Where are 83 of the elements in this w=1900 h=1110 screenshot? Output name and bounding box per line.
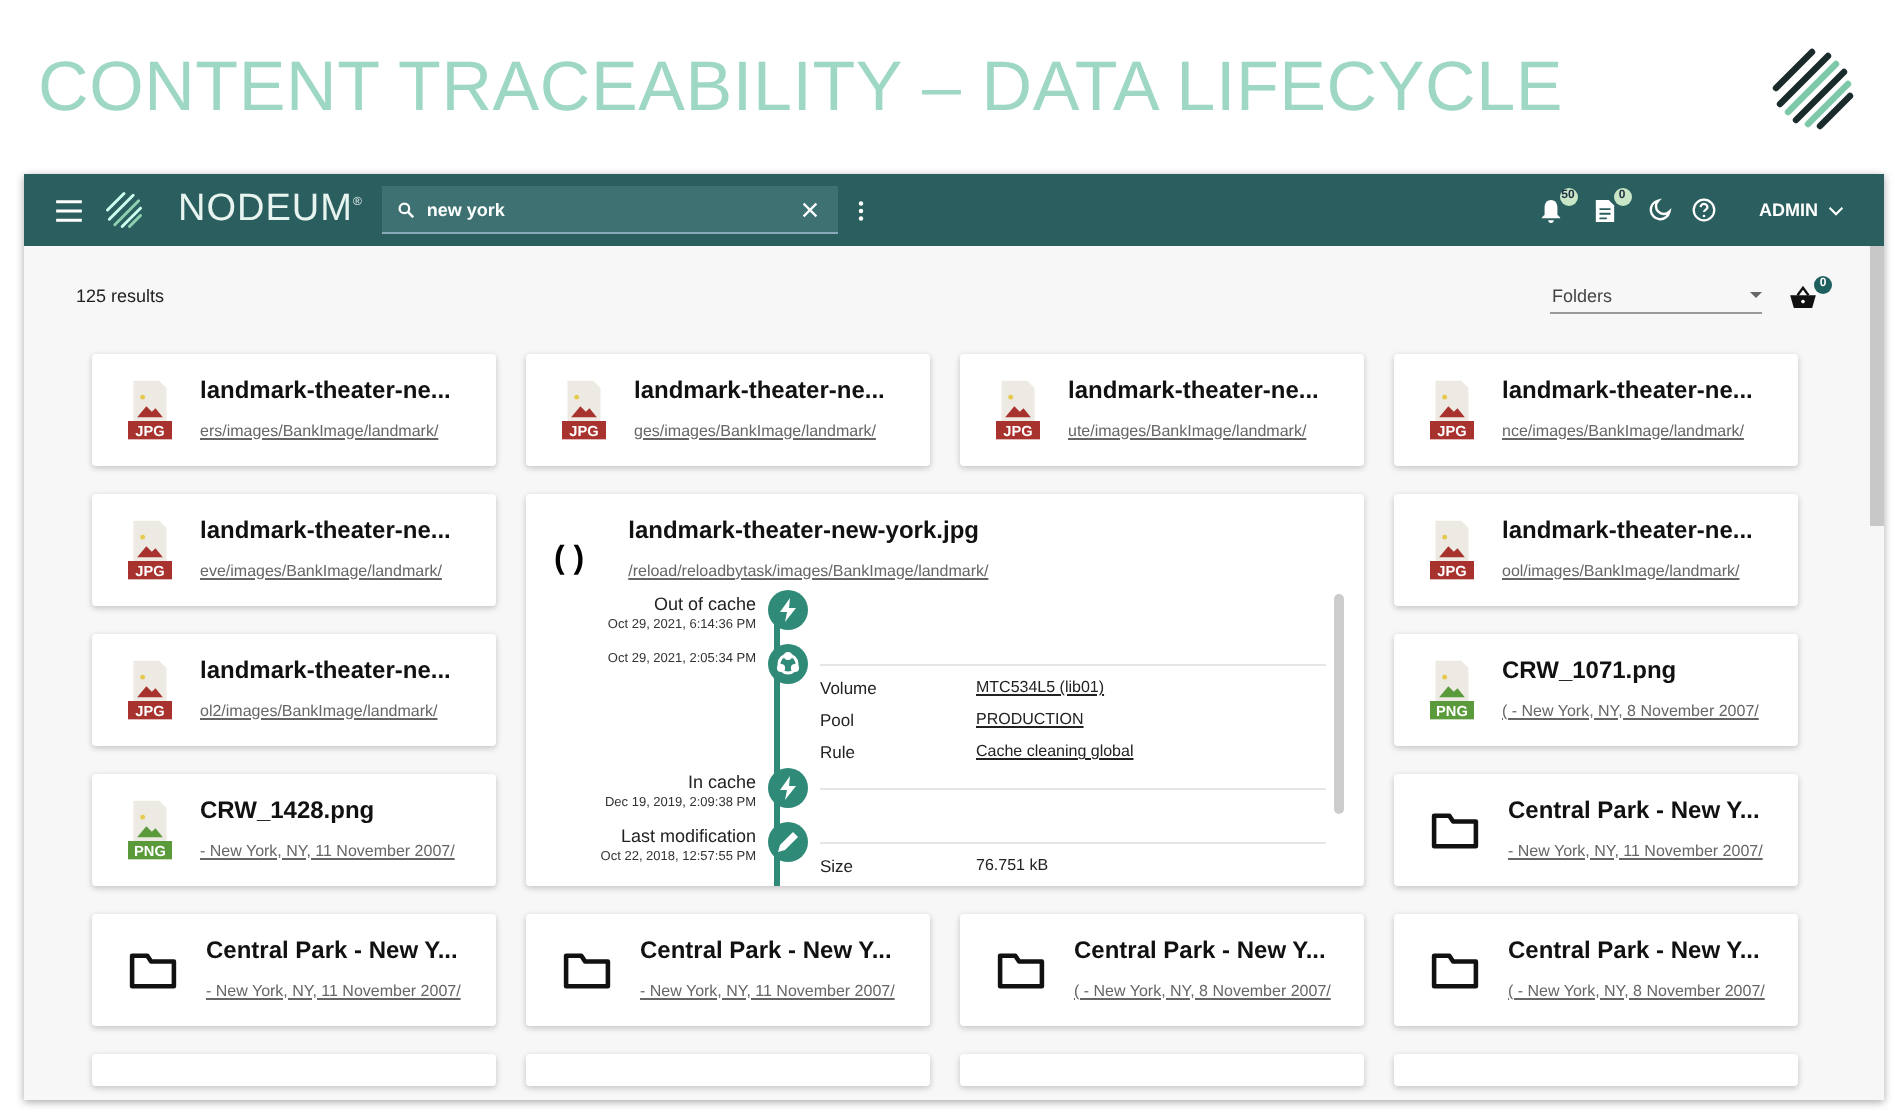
result-title: landmark-theater-ne... (200, 515, 451, 543)
result-path-link[interactable]: ool/images/BankImage/landmark/ (1502, 561, 1740, 579)
event-name: Out of cache (653, 594, 756, 614)
result-card[interactable]: PNG CRW_1428.png - New York, NY, 11 November 2007/ (92, 774, 496, 886)
result-card[interactable]: PNG CRW_1071.png ( - New York, NY, 8 November 2007/ (1394, 634, 1798, 746)
result-card[interactable]: JPG landmark-theater-ne... ute/images/BankImage/landmark/ (960, 354, 1364, 466)
slide-title: CONTENT TRACEABILITY – DATA LIFECYCLE (38, 47, 1566, 127)
property-label: Volume (820, 678, 879, 702)
caret-icon (1750, 292, 1762, 298)
result-card[interactable]: Central Park - New Y... - New York, NY, 11 November 2007/ (92, 914, 496, 1026)
result-card[interactable]: JPG landmark-theater-ne... nce/images/BankImage/landmark/ (1394, 354, 1798, 466)
result-path-link[interactable]: - New York, NY, 11 November 2007/ (200, 841, 455, 859)
result-path-link[interactable]: ute/images/BankImage/landmark/ (1068, 421, 1307, 439)
event-name: In cache (687, 772, 756, 792)
folder-icon (128, 951, 178, 989)
document-icon[interactable] (1593, 197, 1615, 223)
property-label: Pool (820, 710, 857, 734)
search-icon (398, 201, 415, 217)
result-title: landmark-theater-ne... (634, 375, 885, 403)
property-label: Rule (820, 742, 857, 766)
search-field[interactable]: new york (382, 186, 839, 234)
chevron-down-icon (1828, 205, 1844, 215)
striped-logo-icon (102, 188, 146, 232)
result-title: landmark-theater-ne... (1068, 375, 1319, 403)
close-icon[interactable] (802, 201, 819, 217)
result-card[interactable]: JPG landmark-theater-ne... eve/images/BankImage/landmark/ (92, 494, 496, 606)
result-title: CRW_1071.png (1502, 655, 1679, 683)
result-path-link[interactable]: ers/images/BankImage/landmark/ (200, 421, 439, 439)
folder-icon (1430, 951, 1480, 989)
bell-icon[interactable] (1539, 197, 1561, 223)
result-title: Central Park - New Y... (206, 935, 460, 963)
search-value: new york (426, 199, 507, 219)
result-path-link[interactable]: ( - New York, NY, 8 November 2007/ (1508, 981, 1765, 999)
result-path-link[interactable]: - New York, NY, 11 November 2007/ (1508, 841, 1763, 859)
result-card[interactable]: JPG landmark-theater-ne... ool/images/BankImage/landmark/ (1394, 494, 1798, 606)
result-title: landmark-theater-ne... (1502, 375, 1753, 403)
result-card[interactable]: Central Park - New Y... ( - New York, NY, 8 November 2007/ (960, 914, 1364, 1026)
folder-icon (562, 951, 612, 989)
result-title: Central Park - New Y... (1074, 935, 1328, 963)
folders-dropdown[interactable]: Folders (1550, 279, 1762, 313)
result-path-link[interactable]: ( - New York, NY, 8 November 2007/ (1502, 701, 1759, 719)
folder-icon (996, 951, 1046, 989)
result-card[interactable]: JPG landmark-theater-ne... ges/images/BankImage/landmark/ (526, 354, 930, 466)
result-path-link[interactable]: eve/images/BankImage/landmark/ (200, 561, 442, 579)
property-label: Size (820, 856, 856, 880)
result-path-link[interactable]: - New York, NY, 11 November 2007/ (206, 981, 461, 999)
striped-logo-icon (1768, 43, 1856, 131)
user-menu[interactable]: ADMIN (1747, 198, 1856, 222)
result-card[interactable]: JPG landmark-theater-ne... ol2/images/BankImage/landmark/ (92, 634, 496, 746)
result-title: landmark-theater-ne... (200, 375, 451, 403)
result-title: Central Park - New Y... (1508, 935, 1762, 963)
result-path-link[interactable]: ol2/images/BankImage/landmark/ (200, 701, 438, 719)
scrollbar[interactable] (1334, 594, 1344, 814)
result-path-link[interactable]: - New York, NY, 11 November 2007/ (640, 981, 895, 999)
result-title: CRW_1428.png (200, 795, 377, 823)
property-link[interactable]: Cache cleaning global (976, 742, 1326, 774)
result-title: Central Park - New Y... (1508, 795, 1762, 823)
result-title: landmark-theater-ne... (200, 655, 451, 683)
loading-marker: ( ) (554, 542, 585, 578)
result-card[interactable]: Central Park - New Y... - New York, NY, 11 November 2007/ (526, 914, 930, 1026)
help-icon[interactable] (1691, 198, 1715, 222)
menu-icon[interactable] (56, 199, 82, 221)
property-value: 76.751 kB (976, 856, 1051, 878)
file-path-link[interactable]: /reload/reloadbytask/images/BankImage/landmark/ (628, 561, 989, 579)
result-title: landmark-theater-ne... (1502, 515, 1753, 543)
basket-icon[interactable] (1790, 285, 1816, 307)
property-link[interactable]: MTC534L5 (lib01) (976, 678, 1326, 710)
file-title: landmark-theater-new-york.jpg (628, 515, 981, 543)
more-icon[interactable] (858, 199, 865, 221)
result-card[interactable]: Central Park - New Y... - New York, NY, 11 November 2007/ (1394, 774, 1798, 886)
result-card[interactable]: Central Park - New Y... ( - New York, NY, 8 November 2007/ (1394, 914, 1798, 1026)
brand-name: NODEUM$^{®}$ (178, 188, 363, 232)
result-title: Central Park - New Y... (640, 935, 894, 963)
result-card[interactable]: JPG landmark-theater-ne... ers/images/BankImage/landmark/ (92, 354, 496, 466)
moon-icon[interactable] (1647, 198, 1671, 222)
scrollbar[interactable] (1870, 246, 1884, 526)
property-link[interactable]: PRODUCTION (976, 710, 1326, 742)
results-count: 125 results (76, 286, 167, 306)
result-path-link[interactable]: ( - New York, NY, 8 November 2007/ (1074, 981, 1331, 999)
folder-icon (1430, 811, 1480, 849)
result-path-link[interactable]: nce/images/BankImage/landmark/ (1502, 421, 1744, 439)
event-name: Last modification (620, 826, 756, 846)
result-path-link[interactable]: ges/images/BankImage/landmark/ (634, 421, 876, 439)
